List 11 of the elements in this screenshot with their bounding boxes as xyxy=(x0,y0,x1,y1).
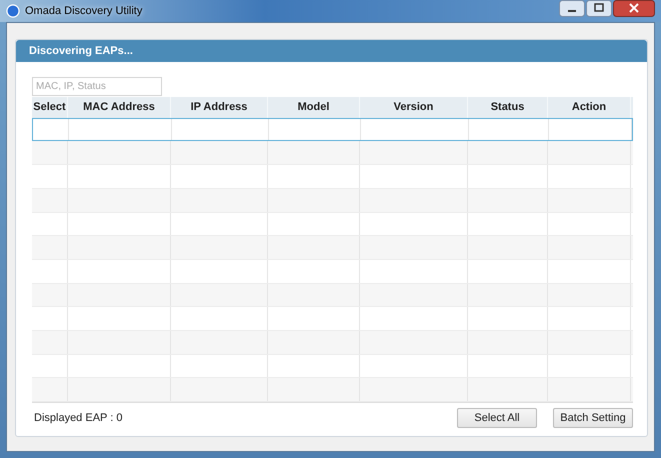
search-field[interactable]: MAC, IP, Status xyxy=(32,76,162,96)
device-count: Displayed EAP : 0 xyxy=(34,412,122,424)
action-button[interactable]: Batch Setting xyxy=(553,408,633,428)
minimize-icon[interactable] xyxy=(559,0,585,17)
window-title: Omada Discovery Utility xyxy=(25,4,142,17)
maximize-icon[interactable] xyxy=(586,0,612,17)
action-button[interactable]: Select All xyxy=(457,408,537,428)
app-icon xyxy=(6,4,20,18)
close-icon[interactable] xyxy=(613,0,655,17)
table-row[interactable] xyxy=(32,118,633,142)
panel-title: Discovering EAPs... xyxy=(29,44,133,57)
